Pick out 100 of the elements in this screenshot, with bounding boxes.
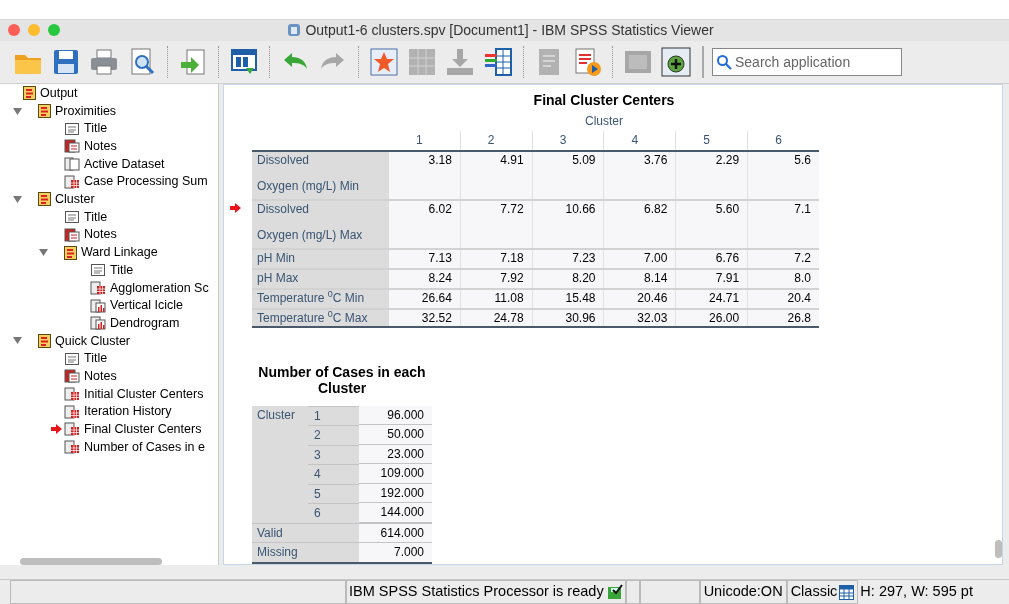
encoding-status: Unicode:ON (703, 582, 783, 602)
page-icon (64, 121, 80, 136)
row-header: 3 (308, 444, 359, 464)
search-icon (716, 53, 732, 70)
row-header: 4 (308, 464, 359, 484)
column-header: 3 (532, 130, 605, 150)
current-arrow-icon (51, 424, 62, 435)
tree-item[interactable]: Agglomeration Sc (110, 278, 209, 298)
document-icon (64, 157, 80, 172)
table-icon (64, 422, 80, 437)
scrollbar[interactable] (20, 557, 162, 565)
table-cell: 5.60 (676, 200, 749, 248)
row-header: Dissolved Oxygen (mg/L) Min (252, 151, 389, 199)
table-cell: 4.91 (460, 151, 533, 199)
tree-item[interactable]: Case Processing Sum (84, 172, 208, 192)
table-cell: 6.02 (389, 200, 461, 248)
expand-triangle-icon[interactable] (12, 337, 22, 345)
table-cell: 50.000 (359, 425, 432, 445)
table-cell: 3.18 (389, 151, 461, 199)
table-icon (64, 387, 80, 402)
chart-icon (90, 316, 106, 331)
tree-item[interactable]: Title (84, 119, 108, 139)
star-chart-icon[interactable] (368, 45, 400, 78)
book-icon (64, 245, 77, 260)
document-icon (287, 23, 302, 38)
tree-item[interactable]: Final Cluster Centers (84, 420, 202, 439)
table-cell: 8.24 (389, 269, 461, 288)
table-cell: 24.71 (676, 289, 749, 308)
table-cell: 10.66 (532, 200, 605, 248)
tree-item[interactable]: Ward Linkage (81, 243, 158, 262)
current-arrow-icon (230, 202, 241, 213)
tree-item[interactable]: Dendrogram (110, 313, 180, 333)
close-button[interactable] (8, 24, 20, 37)
notes-icon (64, 139, 80, 154)
page-icon (64, 210, 80, 225)
tree-item[interactable]: Output (40, 84, 78, 103)
table-cell: 7.00 (604, 249, 677, 268)
table-cell: 7.13 (389, 249, 461, 268)
tree-item[interactable]: Title (84, 207, 108, 227)
row-header: 2 (308, 425, 359, 445)
tree-item[interactable]: Title (84, 349, 108, 369)
tree-item[interactable]: Cluster (55, 190, 95, 209)
table-cell: 11.08 (460, 289, 533, 308)
row-header: Valid (252, 523, 359, 542)
column-group-header: Cluster (584, 112, 624, 130)
column-header: 2 (460, 130, 533, 150)
table-title: Number of Cases in each Cluster (257, 363, 427, 396)
chart-icon (90, 298, 106, 313)
page-icon (64, 351, 80, 366)
table-cell: 8.0 (748, 269, 819, 288)
table-icon (64, 174, 80, 189)
table-cell: 7.91 (676, 269, 749, 288)
row-header: Temperature $^{0}$C Min (252, 289, 389, 308)
table-cell: 7.2 (748, 249, 819, 268)
column-header: 6 (774, 131, 783, 149)
table-cell: 26.00 (676, 309, 749, 326)
tree-item[interactable]: Iteration History (84, 402, 172, 422)
scrollbar[interactable] (995, 539, 1002, 558)
column-header: 1 (389, 130, 461, 150)
tree-item[interactable]: Vertical Icicle (110, 296, 183, 315)
table-cell: 8.20 (532, 269, 605, 288)
table-cell: 109.000 (359, 464, 432, 484)
table-cell: 24.78 (460, 309, 533, 326)
table-cell: 5.6 (748, 151, 819, 199)
expand-triangle-icon[interactable] (12, 107, 22, 115)
tree-item[interactable]: Proximities (55, 101, 117, 121)
window-title: Output1-6 clusters.spv [Document1] - IBM SPSS Statistics Viewer (305, 20, 714, 40)
mode-status: Classic (790, 582, 838, 602)
table-cell: 7.92 (460, 269, 533, 288)
table-title: Final Cluster Centers (532, 90, 676, 109)
tree-item[interactable]: Notes (84, 367, 117, 386)
add-icon[interactable] (660, 45, 692, 78)
list-icon[interactable] (482, 45, 514, 78)
table-icon (839, 584, 855, 600)
table-cell: 20.4 (748, 289, 819, 308)
search-field[interactable]: Search application (712, 47, 902, 76)
expand-triangle-icon[interactable] (12, 196, 22, 203)
column-header: 4 (604, 130, 677, 150)
tree-item[interactable]: Initial Cluster Centers (84, 384, 204, 404)
tree-item[interactable]: Quick Cluster (55, 331, 131, 351)
tree-item[interactable]: Title (110, 260, 134, 280)
row-header: Cluster (252, 405, 308, 523)
column-header: 5 (676, 130, 749, 150)
table-cell: 30.96 (532, 309, 605, 326)
row-header: 5 (308, 483, 359, 503)
table-cell: 26.8 (748, 309, 819, 326)
tree-item[interactable]: Notes (84, 137, 117, 156)
expand-triangle-icon[interactable] (38, 249, 48, 257)
row-header: 1 (308, 405, 359, 425)
row-header: pH Max (252, 269, 389, 288)
tree-item[interactable]: Active Dataset (84, 154, 165, 174)
table-cell: 20.46 (604, 289, 677, 308)
tree-item[interactable]: Notes (84, 225, 117, 245)
table-cell: 3.76 (604, 151, 677, 199)
tree-item[interactable]: Number of Cases in e (84, 437, 205, 457)
zoom-button[interactable] (48, 24, 60, 37)
row-header: Missing (252, 543, 359, 562)
table-cell: 15.48 (532, 289, 605, 308)
table-cell: 7.23 (532, 249, 605, 268)
table-cell: 32.03 (604, 309, 677, 326)
